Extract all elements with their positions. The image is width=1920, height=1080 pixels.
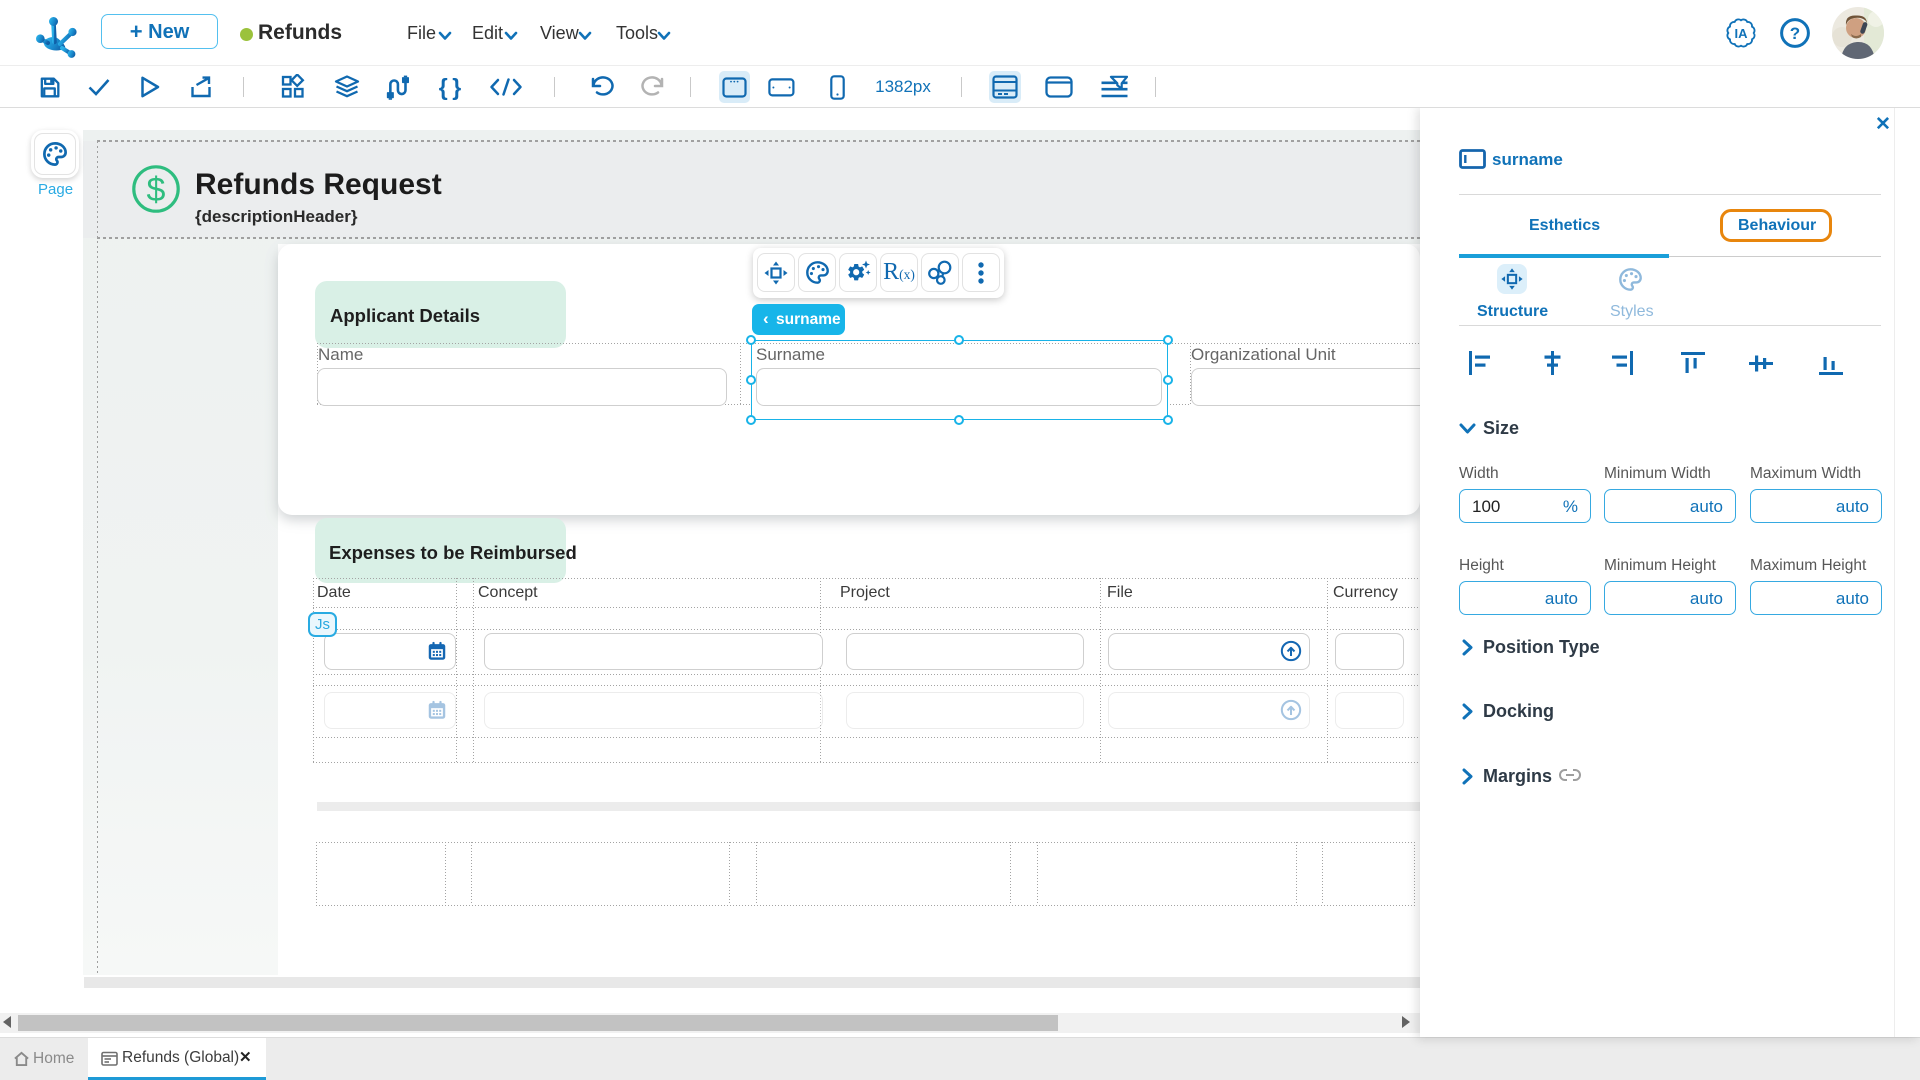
svg-text:$: $ xyxy=(147,171,166,209)
svg-text:IA: IA xyxy=(1735,26,1749,41)
svg-text:?: ? xyxy=(1790,24,1800,43)
